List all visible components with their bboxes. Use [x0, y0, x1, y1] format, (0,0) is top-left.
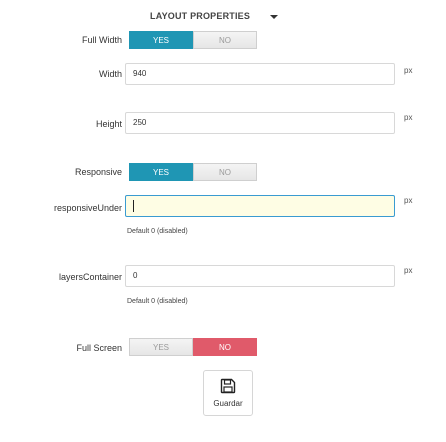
full-screen-toggle[interactable]: YES NO: [129, 338, 257, 356]
chevron-down-icon[interactable]: [270, 14, 279, 19]
text-cursor: [133, 199, 134, 212]
full-width-no-option[interactable]: NO: [193, 31, 257, 49]
height-unit: px: [404, 113, 413, 122]
layout-properties-header[interactable]: LAYOUT PROPERTIES: [150, 8, 310, 24]
height-label: Height: [95, 119, 122, 129]
full-width-toggle[interactable]: YES NO: [129, 31, 257, 49]
responsive-label: Responsive: [74, 167, 122, 177]
layers-container-help: Default 0 (disabled): [127, 298, 188, 305]
layers-container-label: layersContainer: [58, 272, 122, 282]
responsive-no-option[interactable]: NO: [193, 163, 257, 181]
responsive-yes-option[interactable]: YES: [129, 163, 193, 181]
full-width-label: Full Width: [81, 35, 122, 45]
width-unit: px: [404, 66, 413, 75]
responsive-under-label: responsiveUnder: [53, 203, 122, 213]
responsive-under-unit: px: [404, 196, 413, 205]
responsive-under-input[interactable]: [125, 195, 395, 217]
full-width-yes-option[interactable]: YES: [129, 31, 193, 49]
full-screen-label: Full Screen: [76, 343, 122, 353]
layers-container-unit: px: [404, 266, 413, 275]
responsive-under-help: Default 0 (disabled): [127, 228, 188, 235]
height-input[interactable]: 250: [125, 112, 395, 134]
full-screen-no-option[interactable]: NO: [193, 338, 257, 356]
section-title: LAYOUT PROPERTIES: [150, 11, 251, 21]
full-screen-yes-option[interactable]: YES: [129, 338, 193, 356]
responsive-toggle[interactable]: YES NO: [129, 163, 257, 181]
width-input[interactable]: 940: [125, 63, 395, 85]
save-button[interactable]: Guardar: [203, 370, 253, 416]
width-label: Width: [98, 69, 122, 79]
floppy-disk-icon: [220, 378, 236, 394]
save-label: Guardar: [213, 399, 243, 408]
layers-container-input[interactable]: 0: [125, 265, 395, 287]
